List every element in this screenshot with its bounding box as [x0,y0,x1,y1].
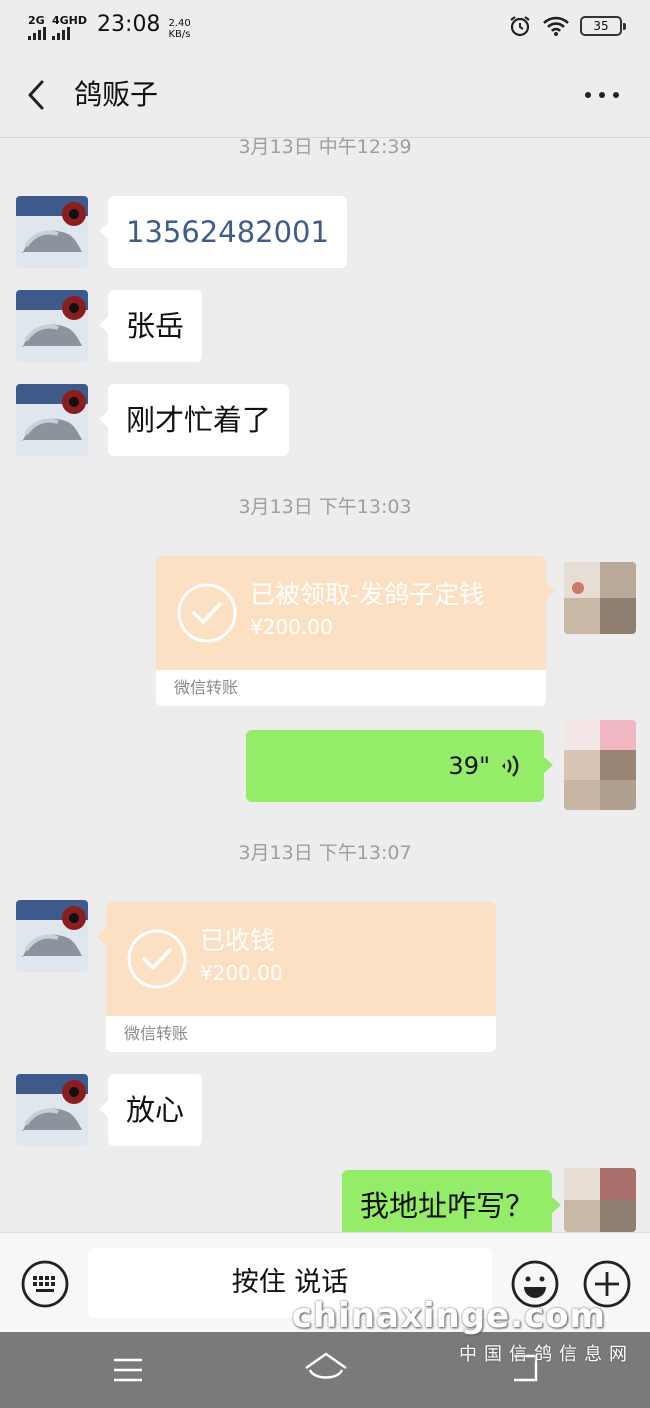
avatar-self[interactable] [564,1168,636,1232]
transfer-amount: ¥200.00 [250,615,333,639]
transfer-card-body: 已被领取-发鸽子定钱 ¥200.00 [156,556,555,670]
keyboard-icon[interactable] [20,1259,70,1309]
voice-message-bubble[interactable]: 39" [246,730,553,802]
speed-value: 2.40 [168,18,191,29]
clock: 23:08 [97,12,161,37]
phone-number-link[interactable]: 13562482001 [126,215,329,249]
chat-header: 鸽贩子 [0,52,650,138]
signal-4g: 4GHD [52,15,87,40]
back-chevron-icon[interactable] [22,76,52,114]
signal-bars-icon [28,26,46,40]
transfer-label: 微信转账 [124,1024,189,1043]
avatar-pigeon[interactable] [16,196,88,268]
transfer-title: 已收钱 [200,926,276,955]
avatar-pigeon[interactable] [16,290,88,362]
voice-wave-icon [502,755,519,777]
check-circle-icon [127,929,187,989]
timestamp: 3月13日 中午12:39 [238,136,412,158]
message-bubble[interactable]: 刚才忙着了 [98,384,290,456]
speed-unit: KB/s [168,29,191,40]
alarm-icon [510,16,530,37]
transfer-title: 已被领取-发鸽子定钱 [250,580,485,609]
home-icon[interactable] [302,1350,350,1386]
timestamp: 3月13日 下午13:03 [238,496,412,518]
message-bubble[interactable]: 13562482001 [99,196,347,268]
signal-4g-label: 4GHD [52,14,88,27]
message-bubble[interactable]: 张岳 [98,290,203,362]
transfer-card[interactable]: 已被领取-发鸽子定钱 ¥200.00 微信转账 [156,556,555,706]
avatar-self[interactable] [564,720,636,810]
status-bar: 2G 4GHD 23:08 2.40 KB/s 35 [0,0,650,52]
transfer-card[interactable]: 已收钱 ¥200.00 微信转账 [97,902,496,1052]
voice-duration: 39" [448,752,490,780]
watermark-name: 中国信鸽信息网 [459,1344,634,1365]
signal-2g: 2G [28,15,46,40]
avatar-pigeon[interactable] [16,1074,88,1146]
chat-title: 鸽贩子 [74,78,159,111]
transfer-card-body: 已收钱 ¥200.00 [97,902,496,1016]
menu-lines-icon[interactable] [112,1356,144,1384]
avatar-self[interactable] [564,562,636,634]
timestamp: 3月13日 下午13:07 [238,842,412,864]
transfer-label: 微信转账 [174,678,239,697]
signal-2g-label: 2G [28,14,45,27]
avatar-pigeon[interactable] [16,384,88,456]
network-speed: 2.40 KB/s [168,18,190,40]
battery-icon: 35 [580,16,626,36]
message-bubble[interactable]: 放心 [98,1074,203,1146]
transfer-amount: ¥200.00 [200,961,283,985]
check-circle-icon [177,583,237,643]
more-dots-icon[interactable] [582,80,622,110]
wifi-icon [543,16,569,36]
signal-bars-icon [52,26,70,40]
watermark-domain: chinaxinge.com [291,1296,606,1336]
avatar-pigeon[interactable] [16,900,88,972]
